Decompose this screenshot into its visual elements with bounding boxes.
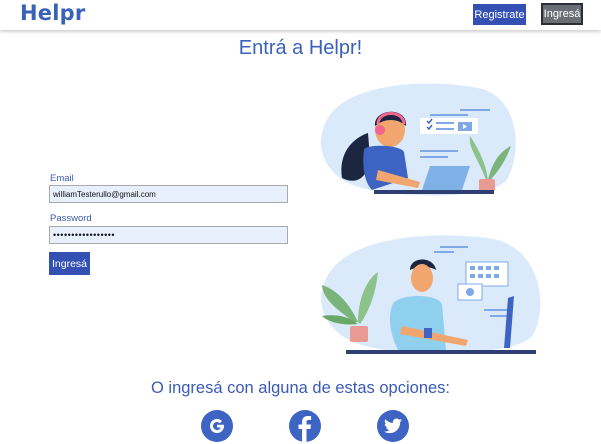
- twitter-icon: [384, 418, 402, 434]
- google-icon: [210, 419, 224, 433]
- page-title: Entrá a Helpr!: [238, 37, 363, 59]
- password-field[interactable]: •••••••••••••••••: [49, 226, 288, 244]
- top-navbar: Helpr Registrate Ingresá: [0, 0, 601, 30]
- register-button[interactable]: Registrate: [473, 4, 526, 25]
- helpr-logo[interactable]: Helpr: [20, 1, 85, 25]
- email-field[interactable]: williamTesterullo@gmail.com: [49, 185, 288, 203]
- support-agent-illustration: [320, 83, 516, 196]
- working-man-illustration: [321, 235, 541, 354]
- google-login-button[interactable]: [201, 410, 233, 442]
- facebook-icon: [298, 416, 312, 442]
- login-submit-button[interactable]: Ingresá: [49, 252, 90, 275]
- email-label: Email: [50, 173, 74, 184]
- facebook-login-button[interactable]: [289, 410, 321, 442]
- login-nav-button[interactable]: Ingresá: [541, 3, 583, 25]
- alternative-login-text: O ingresá con alguna de estas opciones:: [150, 379, 451, 397]
- password-label: Password: [50, 213, 92, 224]
- twitter-login-button[interactable]: [377, 410, 409, 442]
